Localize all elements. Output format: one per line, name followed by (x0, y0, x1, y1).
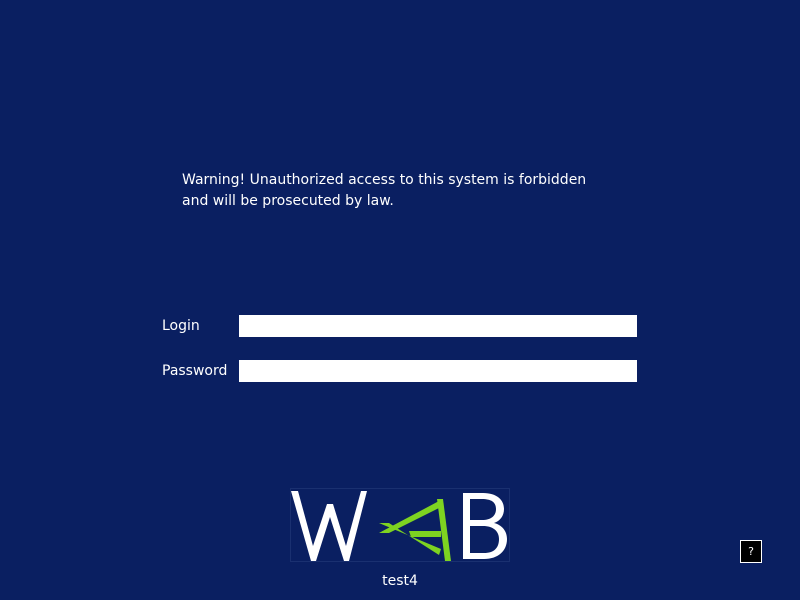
warning-line-2: and will be prosecuted by law. (182, 193, 394, 209)
help-button[interactable]: ? (740, 540, 762, 563)
password-input[interactable] (239, 360, 637, 382)
help-icon: ? (748, 545, 754, 558)
login-screen: Warning! Unauthorized access to this sys… (0, 0, 800, 600)
logo-letter-b (463, 493, 507, 559)
warning-message: Warning! Unauthorized access to this sys… (182, 170, 642, 212)
login-input[interactable] (239, 315, 637, 337)
logo-letter-a (379, 499, 451, 561)
login-label: Login (162, 318, 200, 334)
warning-line-1: Warning! Unauthorized access to this sys… (182, 172, 587, 188)
wab-logo-image (291, 491, 507, 561)
logo-letter-w (291, 491, 367, 561)
wab-logo (290, 488, 510, 562)
password-label: Password (162, 363, 228, 379)
target-name: test4 (382, 573, 418, 589)
